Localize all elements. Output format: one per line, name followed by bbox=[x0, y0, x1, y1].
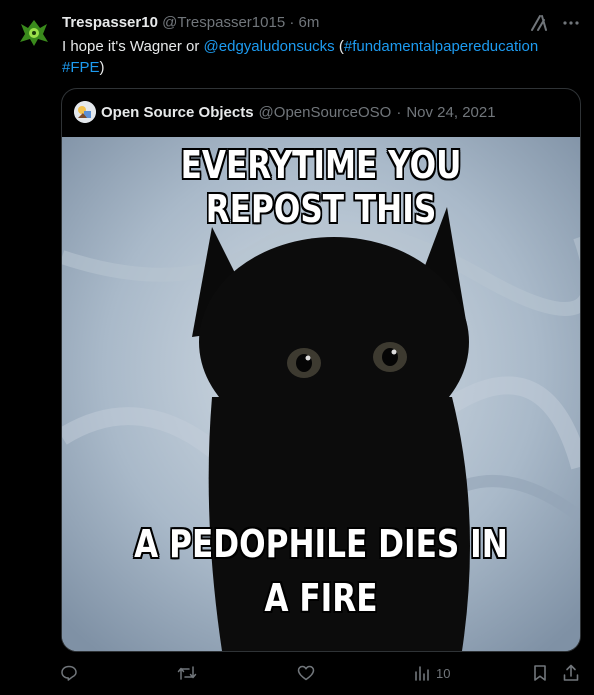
quoted-author-name[interactable]: Open Source Objects bbox=[101, 104, 254, 121]
more-icon[interactable] bbox=[562, 14, 580, 36]
author-handle[interactable]: @Trespasser1015 bbox=[162, 14, 285, 31]
meme-top-caption: EVERYTIME YOU REPOST THIS bbox=[180, 143, 462, 231]
tweet-text: I hope it's Wagner or @edgyaludonsucks (… bbox=[62, 36, 562, 78]
tweet-text-paren-close: ) bbox=[99, 59, 105, 76]
quoted-tweet-header: Open Source Objects @OpenSourceOSO · Nov… bbox=[74, 101, 568, 123]
bookmark-button[interactable] bbox=[532, 664, 548, 682]
hashtag-link-fundamentalpapereducation[interactable]: #fundamentalpapereducation bbox=[344, 38, 538, 55]
bookmark-icon bbox=[532, 664, 548, 682]
quoted-tweet[interactable]: Open Source Objects @OpenSourceOSO · Nov… bbox=[61, 88, 581, 652]
tweet-header: Trespasser10 @Trespasser1015 · 6m bbox=[62, 14, 584, 36]
like-icon bbox=[297, 664, 315, 682]
meme-bottom-caption-line-2: A FIRE bbox=[264, 576, 378, 620]
author-avatar[interactable] bbox=[14, 12, 54, 52]
tweet-text-prefix: I hope it's Wagner or bbox=[62, 38, 204, 55]
views-button[interactable]: 10 bbox=[414, 665, 450, 681]
separator-dot: · bbox=[289, 14, 295, 31]
quoted-author-handle[interactable]: @OpenSourceOSO bbox=[259, 104, 392, 121]
mention-link[interactable]: @edgyaludonsucks bbox=[204, 38, 335, 55]
meme-image[interactable]: EVERYTIME YOU REPOST THIS A PEDOPHILE DI… bbox=[62, 137, 580, 651]
meme-bottom-caption: A PEDOPHILE DIES IN A FIRE bbox=[109, 517, 534, 625]
repost-icon bbox=[177, 664, 197, 682]
author-name[interactable]: Trespasser10 bbox=[62, 14, 158, 31]
views-icon bbox=[414, 665, 430, 681]
share-icon bbox=[562, 664, 580, 682]
meme-bottom-caption-line-1: A PEDOPHILE DIES IN bbox=[134, 522, 508, 566]
tweet-actions: 10 bbox=[60, 660, 580, 686]
reply-icon bbox=[60, 664, 78, 682]
like-button[interactable] bbox=[297, 664, 315, 682]
quoted-tweet-date[interactable]: Nov 24, 2021 bbox=[406, 104, 495, 121]
hashtag-link-fpe[interactable]: #FPE bbox=[62, 59, 100, 76]
views-count: 10 bbox=[436, 665, 451, 681]
repost-button[interactable] bbox=[177, 664, 197, 682]
separator-dot: · bbox=[396, 103, 402, 121]
share-button[interactable] bbox=[562, 664, 580, 682]
grok-icon[interactable] bbox=[530, 14, 548, 36]
quoted-author-avatar[interactable] bbox=[74, 101, 96, 123]
tweet-time[interactable]: 6m bbox=[299, 14, 320, 31]
reply-button[interactable] bbox=[60, 664, 78, 682]
tweet-text-paren-open: ( bbox=[334, 38, 344, 55]
